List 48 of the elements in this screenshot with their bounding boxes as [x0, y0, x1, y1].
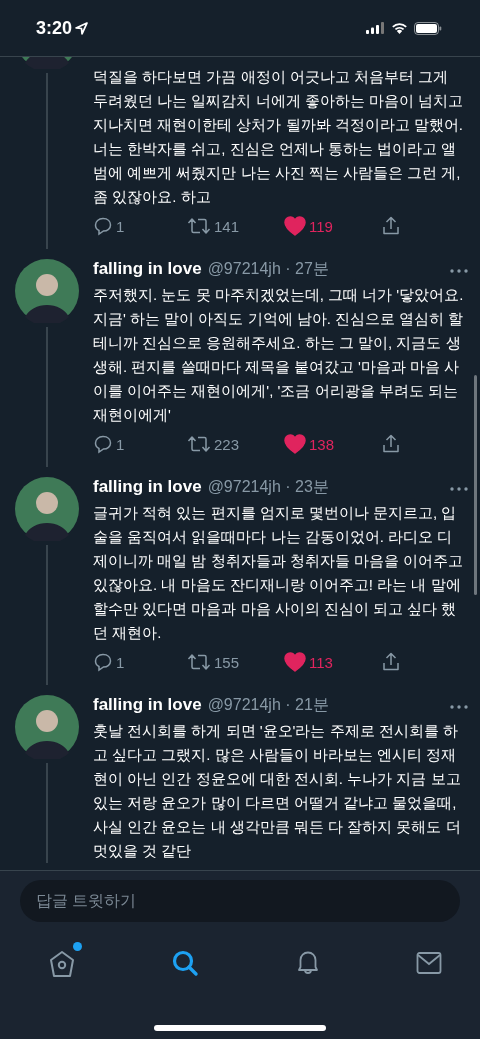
reply-button[interactable]: 1: [93, 216, 125, 236]
handle-and-time: @97214jh · 23분: [207, 477, 330, 497]
avatar[interactable]: [14, 477, 79, 541]
retweet-button[interactable]: 155: [187, 652, 240, 672]
tweet-text: 주저했지. 눈도 못 마주치겠었는데, 그때 너가 '닿았어요. 지금' 하는 말이 아직도 기억에 남아. 진심으로 열심히 할테니까 진심으로 응원해주세요. 하는 그 말이, 지금도 생생해. 편지를 쓸때마다 제목을 붙여갔고 '마음과 마음 사이를 이어주는 재현이에게', '조금 어리광을 부려도 되는 재현이에게': [93, 285, 465, 425]
location-arrow-icon: [75, 21, 89, 35]
more-icon[interactable]: [450, 487, 468, 491]
like-button[interactable]: 138: [284, 434, 335, 454]
unread-dot: [73, 942, 82, 951]
retweet-button[interactable]: 223: [187, 434, 240, 454]
avatar[interactable]: [14, 695, 79, 759]
retweet-icon: [187, 216, 211, 236]
avatar[interactable]: [14, 259, 79, 323]
author-name[interactable]: falling in love: [93, 695, 202, 715]
reply-icon: [93, 652, 113, 672]
reply-button[interactable]: 1: [93, 652, 125, 672]
tweet-text: 글귀가 적혀 있는 편지를 엄지로 몇번이나 문지르고, 입술을 움직여서 읽을때마다 나는 감동이었어. 라디오 디제이니까 매일 밤 청취자들과 청취자들 마음을 이어주고 있잖아요. 내 마음도 잔디재니랑 이어주고! 라는 내 말에 할수만 있다면 마음과 마음 사이의 진심이 되고 싶다 했던 재현아.: [93, 503, 464, 643]
envelope-icon: [416, 951, 442, 975]
more-icon[interactable]: [450, 269, 468, 273]
more-icon[interactable]: [450, 705, 468, 709]
search-icon: [171, 949, 200, 977]
scrollbar[interactable]: [474, 375, 477, 595]
share-icon: [381, 652, 401, 672]
like-button[interactable]: 119: [284, 216, 333, 236]
author-name[interactable]: falling in love: [93, 259, 202, 279]
wifi-icon: [391, 22, 408, 34]
handle-and-time: @97214jh · 27분: [207, 259, 330, 279]
share-button[interactable]: [381, 652, 401, 672]
retweet-button[interactable]: 141: [187, 216, 240, 236]
reply-icon: [93, 216, 113, 236]
birdhouse-icon: [48, 948, 76, 978]
share-button[interactable]: [381, 434, 401, 454]
share-icon: [381, 216, 401, 236]
share-button[interactable]: [381, 216, 401, 236]
like-button[interactable]: 113: [284, 652, 333, 672]
signal-icon: [366, 22, 385, 34]
reply-icon: [93, 434, 113, 454]
author-name[interactable]: falling in love: [93, 477, 202, 497]
tweet-text: 훗날 전시회를 하게 되면 '윤오'라는 주제로 전시회를 하고 싶다고 그랬지. 많은 사람들이 바라보는 엔시티 정재현이 아닌 인간 정윤오에 대한 전시회. 누나가 지금 보고 있는 저랑 윤오가 많이 다르면 어떨거 같냐고 물었을때, 사실 인간 윤오는 내 생각만큼 뭐든 다 잘하지 못해도 더 멋있을 것 같단: [93, 721, 462, 861]
reply-button[interactable]: 1: [93, 434, 125, 454]
share-icon: [381, 434, 401, 454]
status-time: 3:20: [36, 17, 73, 39]
reply-field[interactable]: 답글 트윗하기: [20, 880, 460, 922]
retweet-icon: [187, 434, 211, 454]
tweet-text: 덕질을 하다보면 가끔 애정이 어긋나고 처음부터 그게 두려웠던 나는 일찌감치 너에게 좋아하는 마음이 넘치고 지나치면 재현이한테 상처가 될까봐 걱정이라고 말했어. 너는 한박자를 쉬고, 진심은 언제나 통하는 법이라고 앨범에 예쁘게 써줬지만 나는 사진 찍는 사람들은 그런 게, 좀 있잖아요. 하고: [93, 67, 464, 207]
battery-icon: [414, 21, 442, 35]
retweet-icon: [187, 652, 211, 672]
handle-and-time: @97214jh · 21분: [207, 695, 330, 715]
